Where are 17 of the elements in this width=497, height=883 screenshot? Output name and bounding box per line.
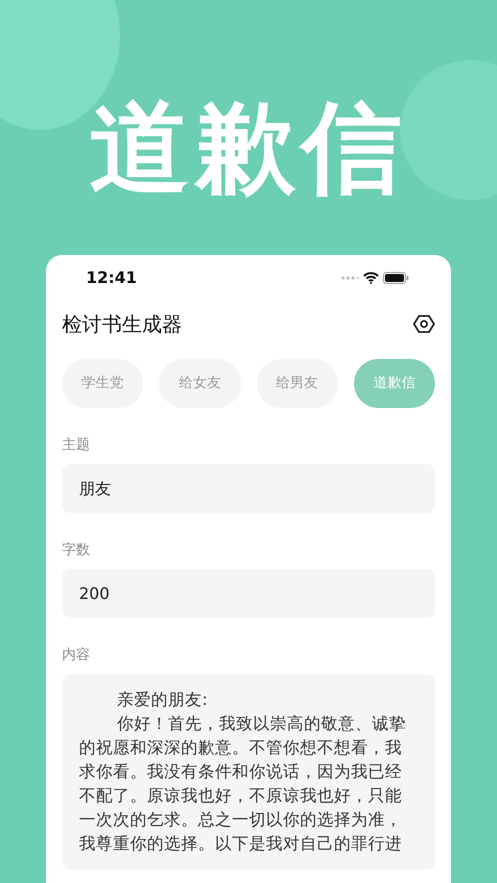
battery-icon — [383, 272, 409, 284]
category-tab[interactable]: 道歉信 — [354, 359, 435, 408]
input-field[interactable]: 200 — [62, 569, 435, 618]
content-text-area[interactable]: 亲爱的朋友: 你好！首先，我致以崇高的敬意、诚挚的祝愿和深深的歉意。不管你想不想看，我求你看。我没有条件和你说话，因为我已经不配了。原谅我也好，不原谅我也好，只能一次次的乞求。总之一切以你的选择为准，我尊重你的选择。以下是我对自己的罪行进 — [62, 674, 435, 870]
field-label: 内容 — [62, 646, 90, 665]
app-title: 检讨书生成器 — [62, 311, 182, 338]
wifi-icon — [363, 272, 379, 284]
input-field[interactable]: 朋友 — [62, 464, 435, 513]
field-label: 字数 — [62, 541, 90, 560]
category-tab[interactable]: 学生党 — [62, 359, 144, 408]
status-time: 12:41 — [86, 267, 137, 289]
settings-icon[interactable] — [413, 313, 435, 335]
field-label: 主题 — [62, 436, 90, 455]
hero-title: 道歉信 — [90, 98, 408, 198]
signal-icon — [341, 276, 359, 280]
category-tab[interactable]: 给女友 — [159, 359, 240, 408]
category-tab[interactable]: 给男友 — [256, 359, 338, 408]
